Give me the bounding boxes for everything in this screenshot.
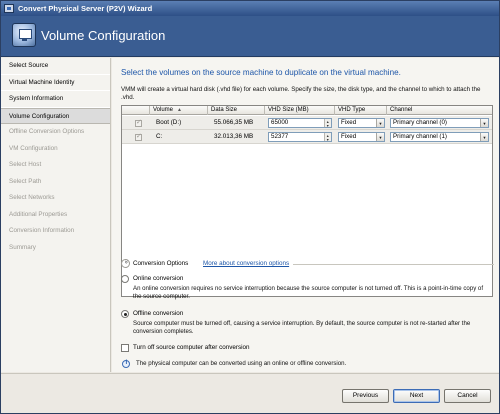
offline-conversion-description: Source computer must be turned off, caus… (133, 320, 471, 335)
sidebar-item-virtual-machine-identity[interactable]: Virtual Machine Identity (1, 75, 110, 91)
chevron-down-icon[interactable] (376, 119, 384, 127)
column-header-volume[interactable]: Volume ▲ (150, 106, 208, 115)
sidebar-item-vm-configuration: VM Configuration (9, 144, 58, 152)
previous-button[interactable]: Previous (342, 389, 389, 403)
data-size-cell: 32.013,36 MB (214, 133, 254, 140)
column-header-volume-label: Volume (153, 107, 174, 113)
table-row[interactable]: Boot (D:) 55.066,35 MB 65000 Fixed Prima… (122, 116, 492, 130)
chevron-down-icon[interactable] (376, 133, 384, 141)
online-conversion-label[interactable]: Online conversion (133, 275, 183, 282)
vhd-type-value: Fixed (341, 133, 357, 140)
cancel-button[interactable]: Cancel (444, 389, 491, 403)
sidebar-item-volume-configuration[interactable]: Volume Configuration (1, 107, 110, 124)
page-header: Volume Configuration (1, 16, 499, 57)
offline-conversion-label[interactable]: Offline conversion (133, 310, 183, 317)
wizard-window: Convert Physical Server (P2V) Wizard Vol… (0, 0, 500, 414)
conversion-options-title: Conversion Options (133, 260, 189, 267)
wizard-steps-sidebar: Select Source Virtual Machine Identity S… (1, 58, 111, 372)
volume-configuration-icon (12, 23, 36, 47)
channel-dropdown[interactable]: Primary channel (1) (390, 132, 489, 142)
volume-cell: C: (156, 133, 163, 140)
next-button[interactable]: Next (393, 389, 440, 403)
channel-dropdown[interactable]: Primary channel (0) (390, 118, 489, 128)
online-conversion-description: An online conversion requires no service… (133, 285, 484, 300)
volume-cell: Boot (D:) (156, 119, 182, 126)
volume-table: Volume ▲ Data Size VHD Size (MB) VHD Type… (121, 105, 493, 297)
info-message: The physical computer can be converted u… (136, 360, 347, 367)
column-header-vhd-type[interactable]: VHD Type (335, 106, 387, 115)
sort-ascending-icon: ▲ (177, 107, 182, 113)
page-title: Volume Configuration (41, 28, 166, 43)
spin-arrows-icon[interactable] (324, 132, 331, 144)
chevron-down-icon[interactable] (480, 119, 488, 127)
online-conversion-radio[interactable] (121, 275, 129, 283)
sidebar-item-offline-conversion-options: Offline Conversion Options (9, 128, 85, 135)
sidebar-item-select-source[interactable]: Select Source (1, 58, 110, 75)
title-bar: Convert Physical Server (P2V) Wizard (1, 1, 499, 16)
column-header-select (122, 106, 150, 115)
sidebar-item-select-path: Select Path (9, 177, 42, 185)
channel-value: Primary channel (1) (393, 133, 447, 140)
channel-value: Primary channel (0) (393, 119, 447, 126)
row-checkbox (135, 132, 142, 141)
sidebar-item-additional-properties: Additional Properties (9, 210, 68, 218)
turn-off-source-checkbox[interactable] (121, 344, 129, 352)
section-description: VMM will create a virtual hard disk (.vh… (121, 86, 481, 101)
spin-arrows-icon[interactable] (324, 118, 331, 130)
vhd-type-dropdown[interactable]: Fixed (338, 118, 385, 128)
vhd-size-value: 52377 (271, 133, 289, 140)
data-size-cell: 55.066,35 MB (214, 119, 254, 126)
sidebar-item-conversion-information: Conversion Information (9, 227, 75, 234)
main-content: Select the volumes on the source machine… (112, 58, 499, 372)
vhd-type-value: Fixed (341, 119, 357, 126)
turn-off-source-label[interactable]: Turn off source computer after conversio… (133, 344, 250, 351)
row-checkbox (135, 118, 142, 127)
sidebar-item-summary: Summary (9, 243, 36, 251)
wizard-footer: Previous Next Cancel (1, 373, 499, 413)
vhd-size-stepper[interactable]: 65000 (268, 118, 332, 130)
sidebar-item-select-networks: Select Networks (9, 194, 55, 201)
sidebar-item-system-information[interactable]: System Information (1, 91, 110, 108)
options-divider (293, 264, 494, 265)
table-row[interactable]: C: 32.013,36 MB 52377 Fixed Primary chan… (122, 130, 492, 144)
more-about-conversion-options-link[interactable]: More about conversion options (203, 260, 289, 267)
table-header: Volume ▲ Data Size VHD Size (MB) VHD Type… (122, 106, 492, 115)
app-icon (4, 4, 14, 13)
vhd-type-dropdown[interactable]: Fixed (338, 132, 385, 142)
section-heading: Select the volumes on the source machine… (121, 68, 401, 77)
sidebar-item-select-host: Select Host (9, 161, 42, 168)
window-title: Convert Physical Server (P2V) Wizard (18, 4, 153, 13)
column-header-vhd-size[interactable]: VHD Size (MB) (265, 106, 335, 115)
chevron-down-icon[interactable] (480, 133, 488, 141)
info-icon (122, 360, 130, 368)
column-header-channel[interactable]: Channel (387, 106, 492, 115)
vhd-size-stepper[interactable]: 52377 (268, 132, 332, 144)
vhd-size-value: 65000 (271, 119, 289, 126)
collapse-options-icon[interactable] (121, 259, 130, 268)
column-header-data-size[interactable]: Data Size (208, 106, 265, 115)
offline-conversion-radio[interactable] (121, 310, 129, 318)
